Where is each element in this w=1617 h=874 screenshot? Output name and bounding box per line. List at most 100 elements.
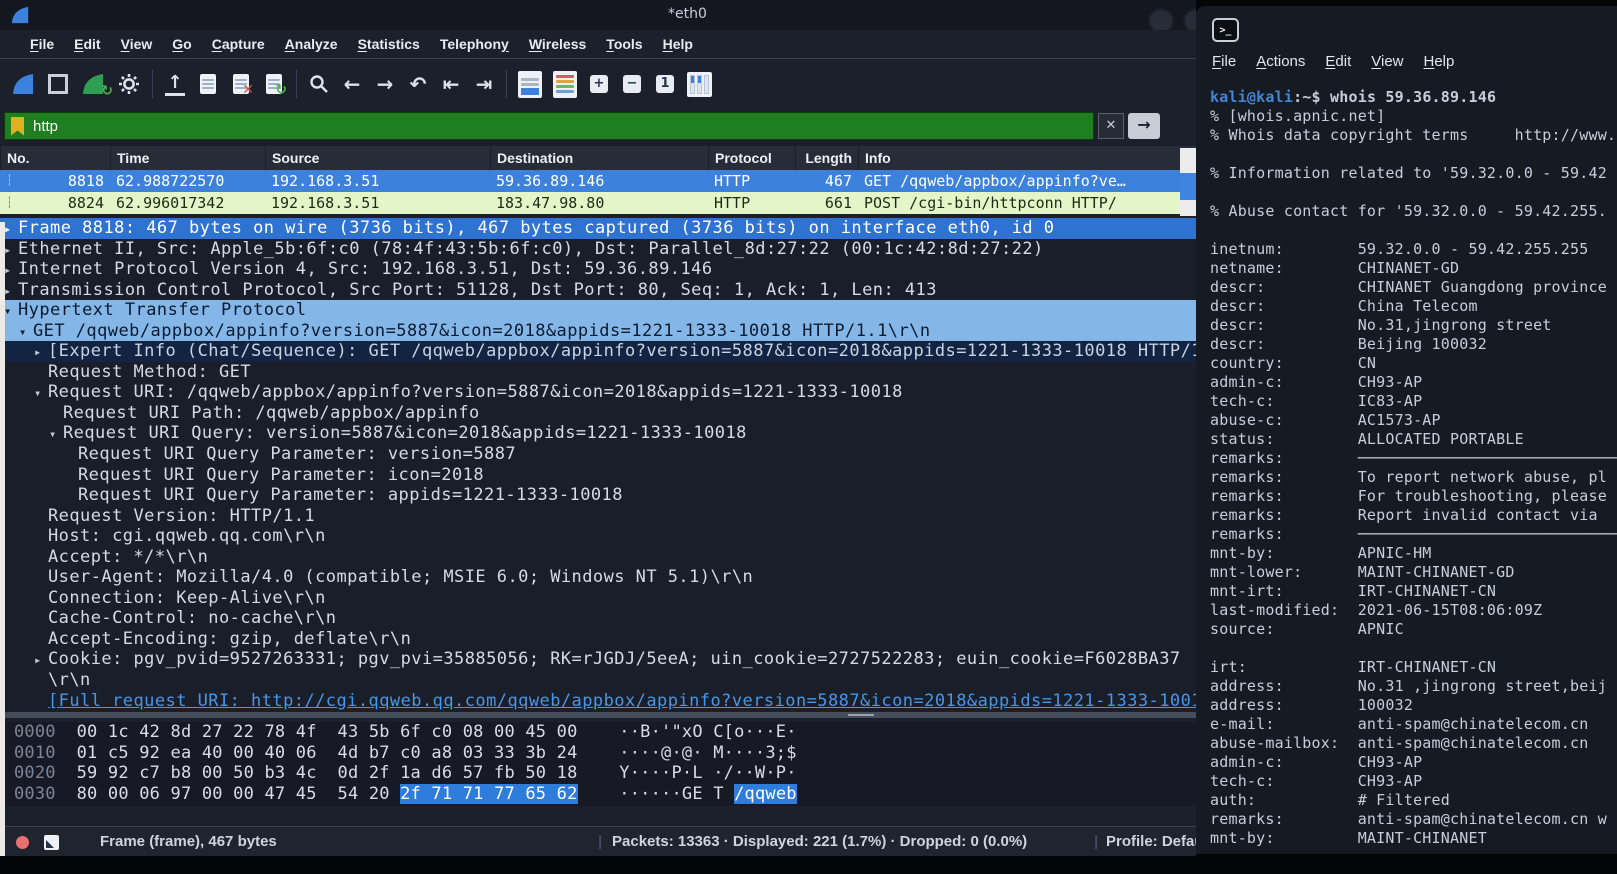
ws-menu-edit[interactable]: Edit <box>64 33 110 55</box>
colorize-packets-icon[interactable] <box>553 69 577 99</box>
detail-line[interactable]: ▸ Frame 8818: 467 bytes on wire (3736 bit… <box>0 218 1196 239</box>
detail-line[interactable]: Request URI Query Parameter: version=588… <box>0 444 1196 465</box>
ws-menu-go[interactable]: Go <box>162 33 201 55</box>
hex-row[interactable]: 0030 80 00 06 97 00 00 47 45 54 20 2f 71… <box>14 783 1196 805</box>
stop-capture-icon[interactable] <box>47 69 69 99</box>
go-last-icon[interactable]: ⇥ <box>473 69 495 99</box>
ws-menu-capture[interactable]: Capture <box>202 33 275 55</box>
restart-capture-icon[interactable]: ↻ <box>80 69 113 99</box>
find-packet-icon[interactable] <box>308 69 330 99</box>
ws-menu-help[interactable]: Help <box>653 33 703 55</box>
detail-line[interactable]: Cache-Control: no-cache\r\n <box>0 608 1196 629</box>
ws-menu-wireless[interactable]: Wireless <box>519 33 596 55</box>
expanded-arrow-icon[interactable]: ▾ <box>34 383 42 403</box>
ws-menu-file[interactable]: File <box>20 33 64 55</box>
ws-menu-telephony[interactable]: Telephony <box>430 33 519 55</box>
filter-apply-button[interactable]: → <box>1128 113 1160 139</box>
hex-row[interactable]: 0000 00 1c 42 8d 27 22 78 4f 43 5b 6f c0… <box>14 722 1196 743</box>
column-header-protocol[interactable]: Protocol <box>708 146 795 170</box>
column-header-no[interactable]: No. <box>0 146 110 170</box>
collapsed-arrow-icon[interactable]: ▸ <box>4 219 12 239</box>
detail-line[interactable]: ▾ GET /qqweb/appbox/appinfo?version=5887&… <box>0 320 1196 342</box>
collapsed-arrow-icon[interactable]: ▸ <box>34 342 42 362</box>
detail-line[interactable]: Accept-Encoding: gzip, deflate\r\n <box>0 629 1196 650</box>
capture-status-icon[interactable] <box>16 836 29 849</box>
detail-line[interactable]: ▾ Hypertext Transfer Protocol <box>0 300 1196 321</box>
detail-line[interactable]: \r\n <box>0 670 1196 691</box>
filter-bookmark-icon[interactable] <box>11 116 24 136</box>
display-filter-input[interactable]: http <box>4 112 1094 140</box>
detail-line[interactable]: Request Method: GET <box>0 362 1196 383</box>
ws-menu-view[interactable]: View <box>111 33 163 55</box>
detail-line[interactable]: Request Version: HTTP/1.1 <box>0 506 1196 527</box>
column-header-info[interactable]: Info <box>858 146 1196 170</box>
packet-list-scrollbar[interactable] <box>1180 148 1196 216</box>
expanded-arrow-icon[interactable]: ▾ <box>19 322 27 342</box>
detail-line[interactable]: Request URI Query Parameter: icon=2018 <box>0 465 1196 486</box>
detail-line[interactable]: ▸ Internet Protocol Version 4, Src: 192.1… <box>0 259 1196 280</box>
collapsed-arrow-icon[interactable]: ▸ <box>4 281 12 301</box>
term-menu-edit[interactable]: Edit <box>1315 50 1361 73</box>
collapsed-arrow-icon[interactable]: ▸ <box>34 650 42 670</box>
auto-scroll-icon[interactable] <box>518 69 542 99</box>
ws-menu-analyze[interactable]: Analyze <box>275 33 348 55</box>
go-first-icon[interactable]: ⇤ <box>440 69 462 99</box>
pane-splitter[interactable] <box>0 712 1196 718</box>
terminal-line: descr: China Telecom <box>1210 297 1478 315</box>
terminal-line: mnt-by: MAINT-CHINANET <box>1210 829 1487 847</box>
ws-menu-statistics[interactable]: Statistics <box>348 33 430 55</box>
column-header-length[interactable]: Length <box>795 146 858 170</box>
toolbar-separator <box>152 70 153 98</box>
ws-menu-tools[interactable]: Tools <box>596 33 652 55</box>
filter-clear-button[interactable]: ✕ <box>1098 113 1124 139</box>
term-menu-view[interactable]: View <box>1361 50 1413 73</box>
packet-row[interactable]: ┆ 8818 62.988722570 192.168.3.51 59.36.89.14… <box>0 170 1196 192</box>
reload-file-icon[interactable]: ↻ <box>263 69 287 99</box>
detail-line[interactable]: Host: cgi.qqweb.qq.com\r\n <box>0 526 1196 547</box>
go-forward-icon[interactable]: → <box>374 69 396 99</box>
detail-line[interactable]: User-Agent: Mozilla/4.0 (compatible; MSI… <box>0 567 1196 588</box>
status-profile[interactable]: Profile: Defau <box>1106 827 1196 856</box>
go-back-icon[interactable]: ← <box>341 69 363 99</box>
go-to-packet-icon[interactable]: ↶ <box>407 69 429 99</box>
detail-line[interactable]: Request URI Path: /qqweb/appbox/appinfo <box>0 403 1196 424</box>
status-bar: Frame (frame), 467 bytes | Packets: 1336… <box>0 826 1196 856</box>
term-menu-actions[interactable]: Actions <box>1246 50 1315 73</box>
detail-line[interactable]: [Full request URI: http://cgi.qqweb.qq.c… <box>0 691 1196 712</box>
hex-row[interactable]: 0020 59 92 c7 b8 00 50 b3 4c 0d 2f 1a d6… <box>14 763 1196 784</box>
scrollbar-thumb[interactable] <box>1180 173 1196 200</box>
expanded-arrow-icon[interactable]: ▾ <box>4 301 12 321</box>
wireshark-titlebar[interactable]: *eth0 <box>0 0 1196 34</box>
detail-line[interactable]: ▾ Request URI: /qqweb/appbox/appinfo?vers… <box>0 382 1196 403</box>
detail-line[interactable]: ▸ Cookie: pgv_pvid=9527263331; pgv_pvi=35… <box>0 649 1196 670</box>
column-header-time[interactable]: Time <box>110 146 265 170</box>
start-capture-icon[interactable] <box>10 69 36 99</box>
zoom-100-icon[interactable]: 1 <box>654 69 676 99</box>
detail-line[interactable]: ▾ Request URI Query: version=5887&icon=20… <box>0 423 1196 444</box>
term-menu-help[interactable]: Help <box>1414 50 1465 73</box>
capture-comment-icon[interactable] <box>44 835 59 850</box>
terminal-output[interactable]: kali@kali:~$ whois 59.36.89.146% [whois.… <box>1210 88 1617 854</box>
column-header-destination[interactable]: Destination <box>490 146 708 170</box>
resize-columns-icon[interactable] <box>687 69 712 99</box>
hex-row[interactable]: 0010 01 c5 92 ea 40 00 40 06 4d b7 c0 a8… <box>14 743 1196 764</box>
save-file-icon[interactable] <box>197 69 219 99</box>
capture-options-icon[interactable] <box>117 69 141 99</box>
zoom-in-icon[interactable]: + <box>588 69 610 99</box>
term-menu-file[interactable]: File <box>1202 50 1246 73</box>
detail-line[interactable]: ▸ [Expert Info (Chat/Sequence): GET /qqwe… <box>0 341 1196 362</box>
detail-line[interactable]: Connection: Keep-Alive\r\n <box>0 588 1196 609</box>
zoom-out-icon[interactable]: − <box>621 69 643 99</box>
detail-line[interactable]: Request URI Query Parameter: appids=1221… <box>0 485 1196 506</box>
detail-line[interactable]: Accept: */*\r\n <box>0 547 1196 568</box>
packet-row[interactable]: ┆ 8824 62.996017342 192.168.3.51 183.47.98.8… <box>0 192 1196 214</box>
terminal-line: % Information related to '59.32.0.0 - 59… <box>1210 164 1607 182</box>
detail-line[interactable]: ▸ Transmission Control Protocol, Src Port… <box>0 280 1196 301</box>
close-file-icon[interactable]: ✕ <box>230 69 254 99</box>
collapsed-arrow-icon[interactable]: ▸ <box>4 260 12 280</box>
collapsed-arrow-icon[interactable]: ▸ <box>4 240 12 260</box>
open-file-icon[interactable]: ↑ <box>164 69 186 99</box>
column-header-source[interactable]: Source <box>265 146 490 170</box>
detail-line[interactable]: ▸ Ethernet II, Src: Apple_5b:6f:c0 (78:4f… <box>0 239 1196 260</box>
expanded-arrow-icon[interactable]: ▾ <box>49 424 57 444</box>
